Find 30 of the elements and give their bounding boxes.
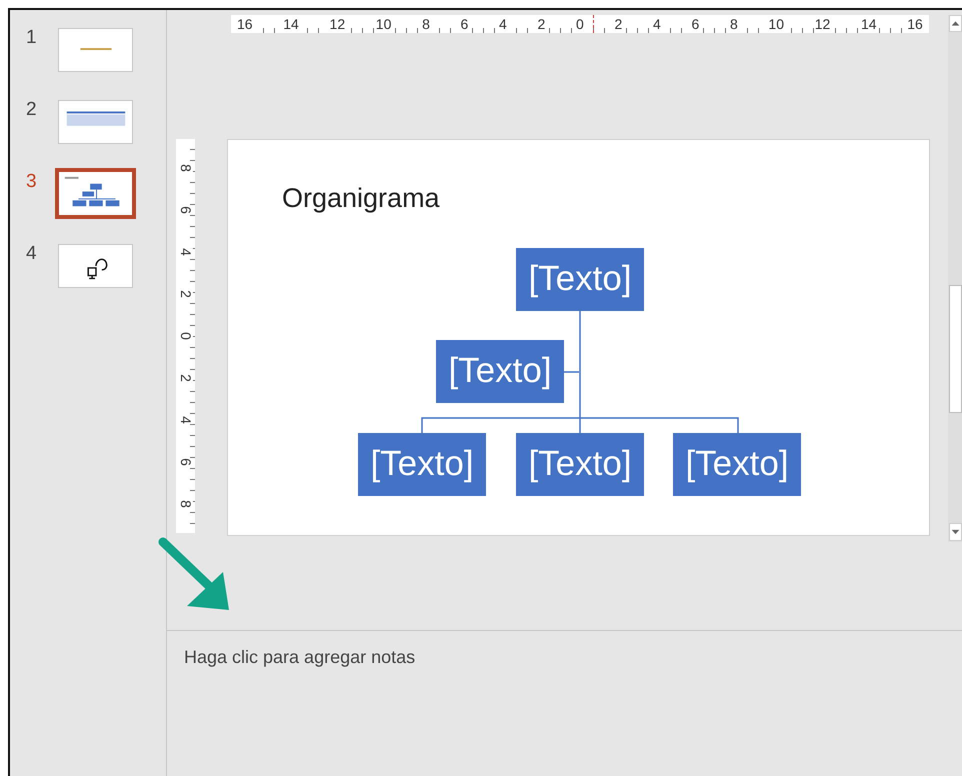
slide-number: 3 [25, 172, 38, 191]
org-chart-node: [Texto] [673, 433, 801, 496]
ruler-label: 2 [178, 374, 192, 382]
org-chart-node: [Texto] [516, 433, 644, 496]
notes-pane[interactable]: Haga clic para agregar notas [167, 630, 962, 776]
slide-number: 1 [25, 28, 38, 47]
org-chart-node: [Texto] [516, 248, 644, 311]
scrollbar[interactable] [948, 15, 962, 542]
ruler-label: 6 [178, 458, 192, 466]
slide-number: 4 [25, 244, 38, 263]
scrollbar-thumb[interactable] [949, 285, 962, 413]
org-chart-node: [Texto] [358, 433, 486, 496]
notes-placeholder[interactable]: Haga clic para agregar notas [184, 647, 416, 667]
ruler-marker [593, 15, 594, 33]
ruler-label: 8 [178, 500, 192, 508]
slide-thumbnail[interactable] [55, 168, 136, 219]
slide-title: Organigrama [282, 182, 440, 215]
slide-thumbnail[interactable] [58, 100, 133, 144]
slide-number: 2 [25, 100, 38, 119]
scroll-down-icon[interactable] [949, 523, 962, 541]
org-chart-node: [Texto] [436, 340, 564, 403]
ruler-label: 6 [178, 206, 192, 214]
slide-thumbnail[interactable] [58, 244, 133, 288]
ruler-label: 0 [178, 332, 192, 340]
slide-thumbnail[interactable] [58, 28, 133, 72]
ruler-label: 4 [178, 248, 192, 256]
scroll-up-icon[interactable] [949, 15, 962, 32]
ruler-label: 8 [178, 164, 192, 172]
ruler-label: 2 [178, 290, 192, 298]
ruler-label: 4 [178, 416, 192, 424]
